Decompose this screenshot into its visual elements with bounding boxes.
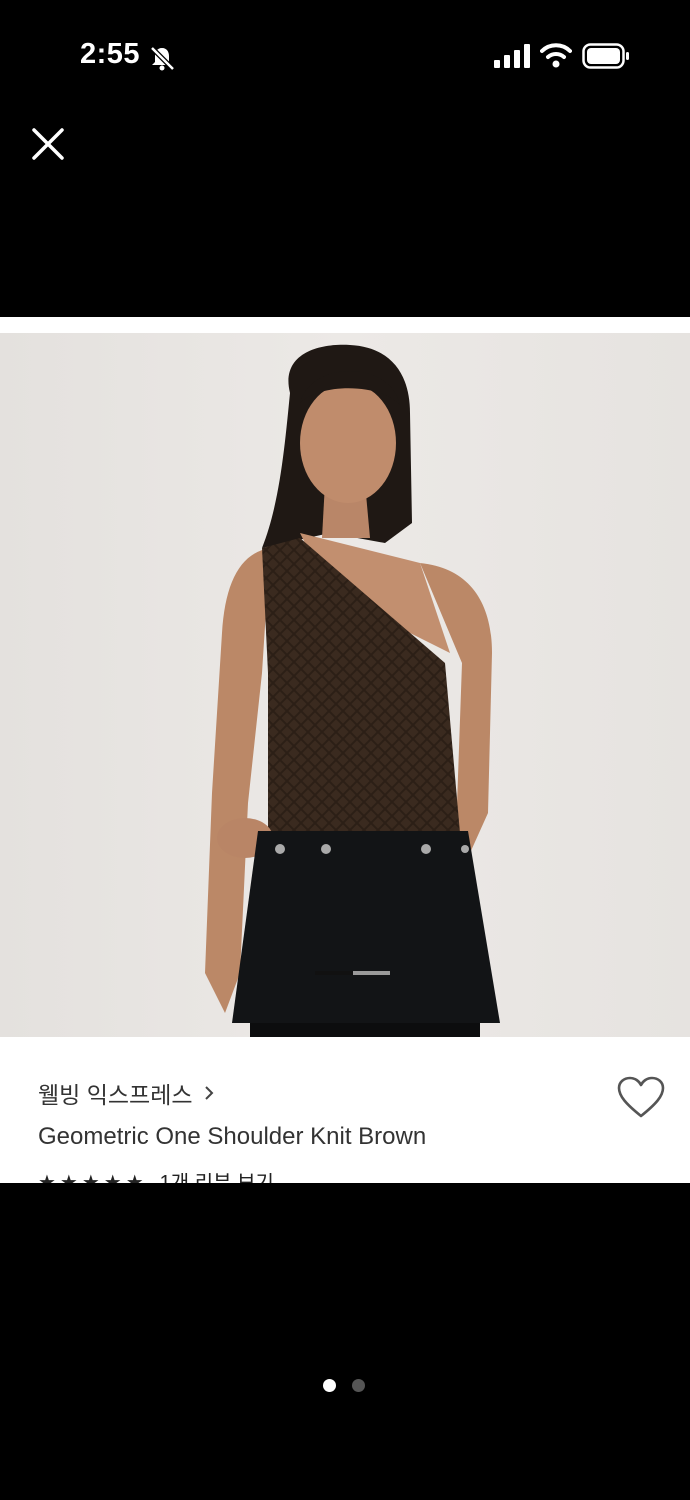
- cellular-signal-icon: [494, 44, 530, 68]
- silent-bell-icon: [150, 46, 175, 71]
- brand-name: 웰빙 익스프레스: [38, 1082, 193, 1108]
- wifi-icon: [540, 43, 572, 68]
- review-count-link[interactable]: 1개 리뷰 보기: [160, 1173, 274, 1183]
- page-dot-inactive[interactable]: [352, 1379, 365, 1392]
- page-indicator: [323, 1379, 365, 1392]
- rating-stars: ★★★★★: [38, 1173, 148, 1183]
- status-bar: 2:55: [0, 0, 690, 110]
- brand-link[interactable]: 웰빙 익스프레스: [38, 1076, 217, 1110]
- product-image[interactable]: [0, 333, 690, 1037]
- review-summary[interactable]: ★★★★★ 1개 리뷰 보기: [38, 1173, 338, 1183]
- product-card: [0, 317, 690, 1183]
- product-title: Geometric One Shoulder Knit Brown: [38, 1123, 427, 1150]
- chevron-right-icon: [204, 1086, 213, 1100]
- page-dot-active[interactable]: [323, 1379, 336, 1392]
- status-time: 2:55: [80, 38, 141, 70]
- close-icon[interactable]: [26, 122, 70, 166]
- image-carousel-indicator: [315, 971, 390, 975]
- battery-icon: [582, 43, 629, 69]
- wishlist-heart-icon[interactable]: [616, 1076, 666, 1120]
